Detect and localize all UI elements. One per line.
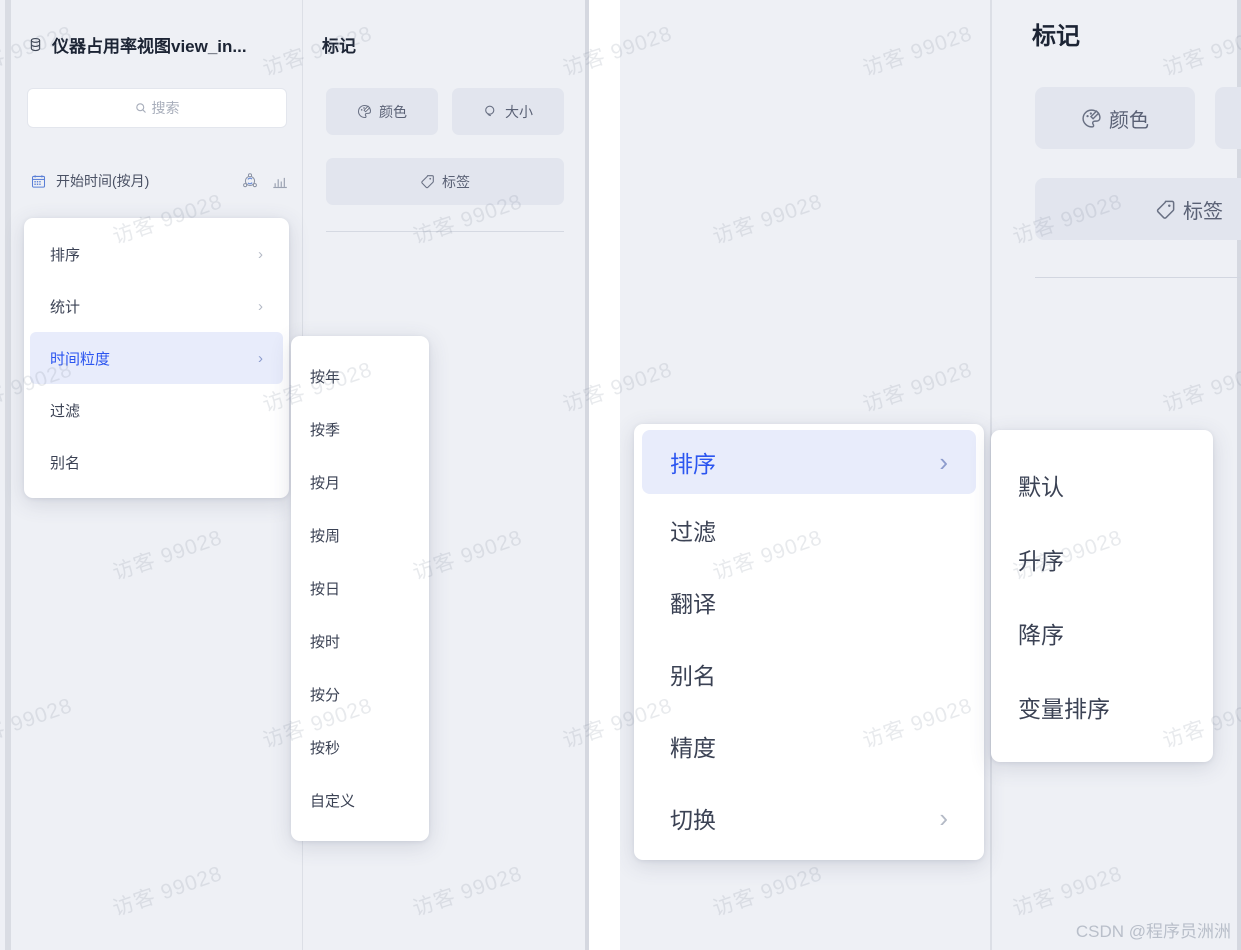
time-granularity-submenu[interactable]: 按年 按季 按月 按周 按日 按时 按分 按秒 自定义 [291, 336, 429, 841]
database-icon [28, 37, 43, 52]
tag-icon [420, 174, 435, 189]
menu-item-translate[interactable]: 翻译 [642, 566, 976, 638]
mark-button-label-text: 标签 [1183, 200, 1223, 223]
menu-item-sort[interactable]: 排序 › [30, 228, 283, 280]
marks-divider [326, 231, 564, 232]
submenu-item-week-label: 按周 [310, 528, 341, 545]
marks-panel-title: 标记 [322, 37, 356, 56]
mark-button-color-label: 颜色 [1109, 109, 1149, 132]
menu-item-sort[interactable]: 排序 › [642, 430, 976, 494]
tag-icon [1155, 199, 1176, 220]
marks-divider [1035, 277, 1241, 278]
submenu-item-month-label: 按月 [310, 475, 341, 492]
left-view-capture: 仪器占用率视图view_in... 搜索 开始时间(按月) 标记 颜色 大小 标… [0, 0, 600, 950]
mark-button-color[interactable]: 颜色 [326, 88, 438, 135]
mark-button-size[interactable]: 大小 [452, 88, 564, 135]
submenu-item-quarter[interactable]: 按季 [291, 403, 429, 456]
submenu-item-month[interactable]: 按月 [291, 456, 429, 509]
menu-item-filter-label: 过滤 [670, 519, 716, 545]
sort-submenu[interactable]: 默认 升序 降序 变量排序 [991, 430, 1213, 762]
submenu-item-descending[interactable]: 降序 [991, 596, 1213, 670]
field-label: 开始时间(按月) [56, 173, 150, 189]
submenu-item-hour-label: 按时 [310, 634, 341, 651]
menu-item-filter-label: 过滤 [50, 402, 81, 420]
submenu-item-default[interactable]: 默认 [991, 448, 1213, 522]
calendar-icon [30, 173, 46, 189]
data-source-header: 仪器占用率视图view_in... [28, 32, 290, 56]
submenu-item-descending-label: 降序 [1018, 622, 1064, 648]
menu-item-filter[interactable]: 过滤 [30, 384, 283, 436]
menu-item-time-granularity-label: 时间粒度 [50, 350, 111, 368]
mark-button-size[interactable] [1215, 87, 1241, 149]
menu-item-alias[interactable]: 别名 [642, 638, 976, 710]
submenu-item-day[interactable]: 按日 [291, 562, 429, 615]
submenu-item-week[interactable]: 按周 [291, 509, 429, 562]
capture-gap [589, 0, 600, 950]
csdn-credit: CSDN @程序员洲洲 [1075, 922, 1231, 941]
mark-button-label-text: 标签 [442, 173, 470, 190]
size-circle-icon [483, 104, 498, 119]
submenu-item-second[interactable]: 按秒 [291, 721, 429, 774]
menu-item-precision-label: 精度 [670, 735, 716, 761]
mark-button-label[interactable]: 标签 [326, 158, 564, 205]
menu-item-filter[interactable]: 过滤 [642, 494, 976, 566]
mark-button-label[interactable]: 标签 [1035, 178, 1241, 240]
data-source-title: 仪器占用率视图view_in... [52, 36, 247, 56]
field-context-menu[interactable]: 排序 › 统计 › 时间粒度 › 过滤 别名 [24, 218, 289, 498]
chevron-right-icon: › [258, 297, 263, 315]
screenshot-stage: 仪器占用率视图view_in... 搜索 开始时间(按月) 标记 颜色 大小 标… [0, 0, 1241, 950]
submenu-item-day-label: 按日 [310, 581, 341, 598]
marks-panel-title: 标记 [1032, 23, 1080, 50]
submenu-item-custom[interactable]: 自定义 [291, 774, 429, 827]
field-row[interactable]: 开始时间(按月) [30, 168, 290, 194]
palette-icon [357, 104, 372, 119]
menu-item-alias[interactable]: 别名 [30, 436, 283, 488]
search-input[interactable]: 搜索 [27, 88, 287, 128]
chevron-right-icon: › [258, 245, 263, 263]
menu-item-translate-label: 翻译 [670, 591, 716, 617]
submenu-item-variable-sort[interactable]: 变量排序 [991, 670, 1213, 744]
submenu-item-hour[interactable]: 按时 [291, 615, 429, 668]
menu-item-statistics-label: 统计 [50, 298, 81, 316]
palette-icon [1081, 108, 1102, 129]
field-context-menu[interactable]: 排序 › 过滤 翻译 别名 精度 切换 › [634, 424, 984, 860]
search-placeholder: 搜索 [151, 100, 180, 116]
submenu-item-ascending-label: 升序 [1018, 548, 1064, 574]
menu-item-sort-label: 排序 [670, 451, 716, 477]
right-view-capture: 仪器占用率视图view_in... 搜索 [620, 0, 1241, 950]
menu-item-switch[interactable]: 切换 › [642, 782, 976, 854]
submenu-item-minute[interactable]: 按分 [291, 668, 429, 721]
submenu-item-default-label: 默认 [1018, 474, 1064, 500]
submenu-item-quarter-label: 按季 [310, 422, 341, 439]
menu-item-switch-label: 切换 [670, 807, 716, 833]
chevron-right-icon: › [939, 446, 948, 477]
submenu-item-year[interactable]: 按年 [291, 350, 429, 403]
chevron-right-icon: › [258, 349, 263, 367]
menu-item-alias-label: 别名 [670, 663, 716, 689]
submenu-item-minute-label: 按分 [310, 687, 341, 704]
menu-item-time-granularity[interactable]: 时间粒度 › [30, 332, 283, 384]
chevron-right-icon: › [939, 802, 948, 833]
submenu-item-variable-sort-label: 变量排序 [1018, 696, 1110, 722]
submenu-item-year-label: 按年 [310, 369, 341, 386]
menu-item-alias-label: 别名 [50, 454, 81, 472]
mark-button-color[interactable]: 颜色 [1035, 87, 1195, 149]
submenu-item-second-label: 按秒 [310, 740, 341, 757]
search-icon [135, 102, 147, 114]
sync-icon[interactable] [240, 171, 260, 191]
right-edge-strip [620, 0, 630, 950]
mark-button-size-label: 大小 [505, 103, 533, 120]
mark-button-color-label: 颜色 [379, 103, 407, 120]
menu-item-sort-label: 排序 [50, 246, 81, 264]
submenu-item-ascending[interactable]: 升序 [991, 522, 1213, 596]
submenu-item-custom-label: 自定义 [310, 793, 356, 810]
menu-item-statistics[interactable]: 统计 › [30, 280, 283, 332]
menu-item-precision[interactable]: 精度 [642, 710, 976, 782]
bar-chart-icon[interactable] [270, 171, 290, 191]
